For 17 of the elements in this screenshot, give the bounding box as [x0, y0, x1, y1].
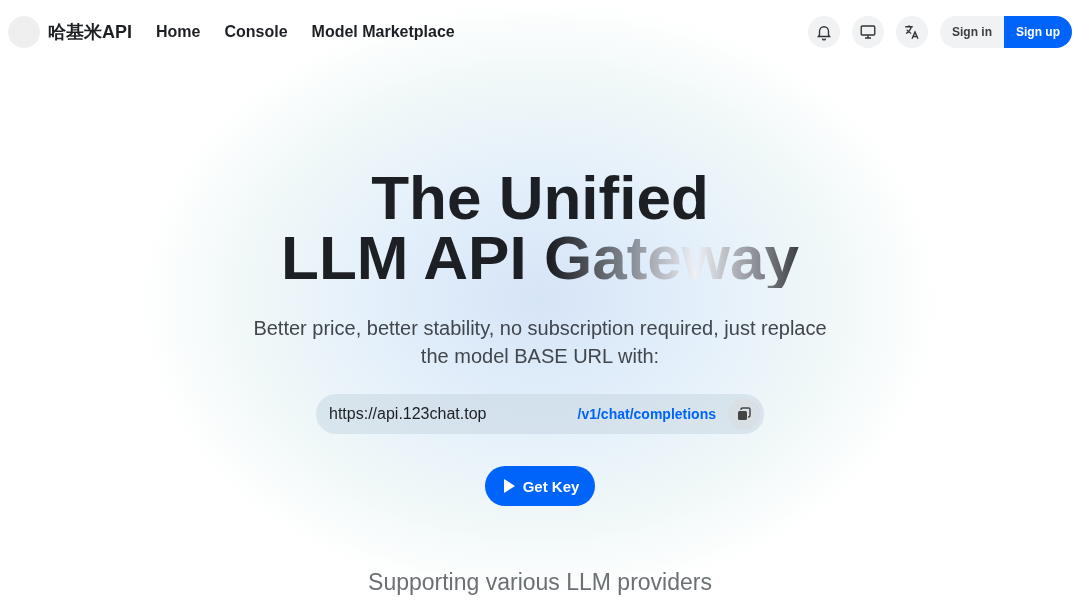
- providers-heading: Supporting various LLM providers: [368, 568, 712, 596]
- play-icon: [502, 479, 515, 493]
- copy-icon[interactable]: [728, 398, 760, 430]
- brand-name[interactable]: 哈基米API: [48, 20, 132, 44]
- translate-icon[interactable]: [896, 16, 928, 48]
- monitor-icon[interactable]: [852, 16, 884, 48]
- notification-bell-icon[interactable]: [808, 16, 840, 48]
- hero-title-line: The Unified: [371, 168, 709, 228]
- nav-link[interactable]: Home: [144, 23, 213, 41]
- get-key-button[interactable]: Get Key: [484, 466, 596, 506]
- endpoint-path: /v1/chat/completions: [577, 406, 716, 422]
- nav-link[interactable]: Console: [212, 23, 300, 41]
- sign-in-button[interactable]: Sign in: [940, 16, 1004, 48]
- hero-subtitle: Better price, better stability, no subscription required, just replace the model BASE URL with:: [252, 316, 828, 369]
- nav-link[interactable]: Model Marketplace: [299, 23, 467, 41]
- sign-up-button[interactable]: Sign up: [1004, 16, 1072, 48]
- base-url-text: https://api.123chat.top: [329, 405, 488, 423]
